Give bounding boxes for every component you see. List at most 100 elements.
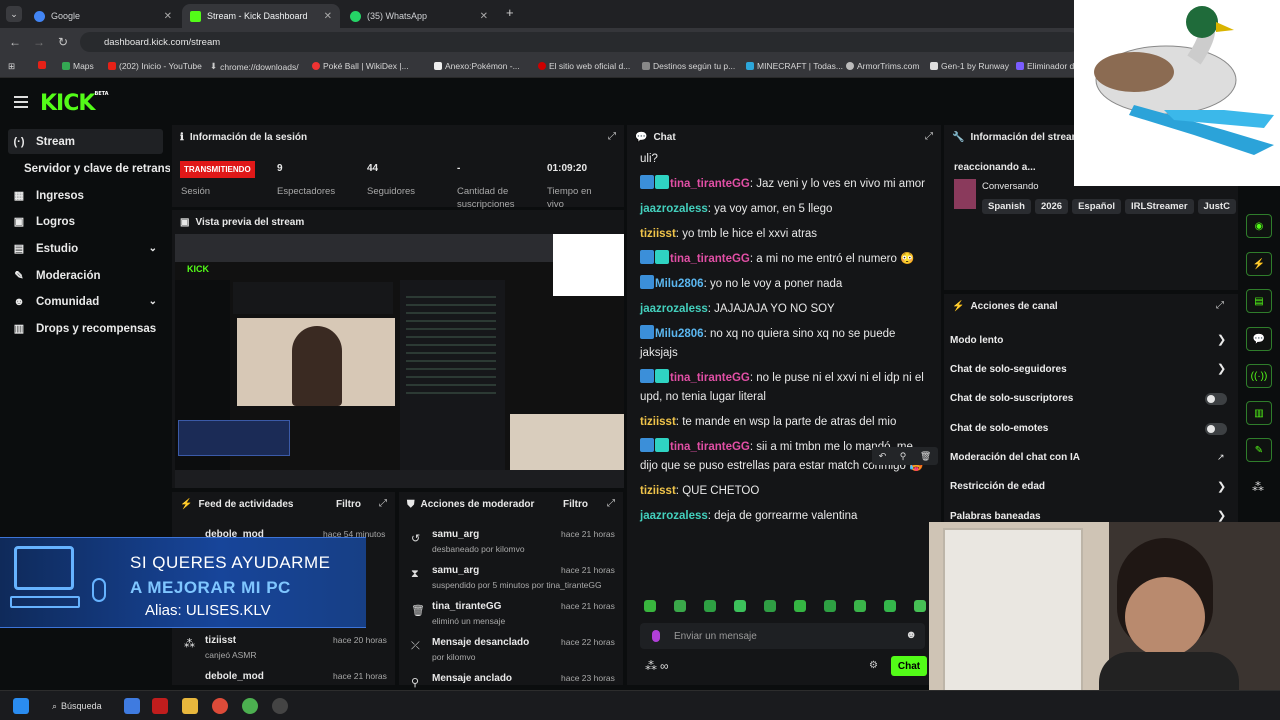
send-chat-button[interactable]: Chat: [891, 656, 927, 676]
chrome-icon[interactable]: [212, 698, 228, 714]
chat-username[interactable]: tiziisst: [640, 485, 676, 497]
close-icon[interactable]: ✕: [324, 11, 332, 22]
chat-message[interactable]: jaazrozaless: deja de gorrearme valentin…: [640, 507, 930, 526]
points-icon[interactable]: ⁂: [645, 659, 657, 673]
sidebar-item-estudio[interactable]: ▤ Estudio ⌄: [8, 236, 163, 261]
chat-message[interactable]: tina_tiranteGG: Jaz veni y lo ves en viv…: [640, 175, 930, 194]
chat-username[interactable]: Milu2806: [655, 328, 704, 340]
netflix-icon[interactable]: [152, 698, 168, 714]
emote-icon[interactable]: [704, 600, 716, 612]
expand-icon[interactable]: ⤢: [1216, 300, 1224, 311]
reload-icon[interactable]: ↻: [51, 35, 75, 49]
emote-icon[interactable]: [884, 600, 896, 612]
youtube-bookmark-icon[interactable]: [38, 61, 46, 69]
chat-username[interactable]: tina_tiranteGG: [670, 441, 750, 453]
chat-input[interactable]: Enviar un mensaje ☻: [640, 623, 925, 649]
emote-icon[interactable]: [914, 600, 926, 612]
gear-icon[interactable]: ⚙: [869, 660, 878, 671]
mod-filter-button[interactable]: Filtro: [563, 499, 588, 510]
chat-username[interactable]: tiziisst: [640, 228, 676, 240]
kick-logo[interactable]: KICKBETA: [40, 91, 109, 116]
emote-icon[interactable]: [674, 600, 686, 612]
action-ai-moderation[interactable]: Moderación del chat con IA: [950, 452, 1080, 463]
sidebar-item-comunidad[interactable]: ☻ Comunidad ⌄: [8, 289, 163, 314]
clipboard-tool-icon[interactable]: ▤: [1246, 289, 1272, 313]
emotes-only-toggle[interactable]: [1205, 423, 1227, 435]
action-slow-mode[interactable]: Modo lento: [950, 335, 1003, 346]
sidebar-item-drops[interactable]: ▥ Drops y recompensas: [8, 316, 163, 341]
tab-google[interactable]: Google ✕: [26, 4, 180, 28]
new-tab-button[interactable]: +: [506, 5, 514, 20]
task-view-icon[interactable]: [124, 698, 140, 714]
chat-message[interactable]: tina_tiranteGG: no le puse ni el xxvi ni…: [640, 369, 930, 407]
tag[interactable]: Español: [1072, 199, 1122, 214]
bolt-tool-icon[interactable]: ⚡: [1246, 252, 1272, 276]
feed-item-user[interactable]: debole_mod: [205, 671, 264, 682]
tag[interactable]: Spanish: [982, 199, 1031, 214]
tab-search-button[interactable]: ⌄: [6, 6, 22, 22]
back-icon[interactable]: ←: [3, 35, 27, 49]
subs-only-toggle[interactable]: [1205, 393, 1227, 405]
mod-item-title[interactable]: tina_tiranteGG: [432, 601, 501, 612]
feed-item-user[interactable]: tiziisst: [205, 635, 236, 646]
delete-icon[interactable]: 🗑: [920, 451, 931, 462]
chat-message[interactable]: tiziisst: te mande en wsp la parte de at…: [640, 413, 930, 432]
sidebar-item-servidor[interactable]: Servidor y clave de retransmisión: [20, 156, 170, 181]
chat-message[interactable]: jaazrozaless: JAJAJAJA YO NO SOY: [640, 300, 930, 319]
chat-username[interactable]: jaazrozaless: [640, 203, 708, 215]
mod-item-title[interactable]: samu_arg: [432, 529, 479, 540]
chat-username[interactable]: tiziisst: [640, 416, 676, 428]
tab-kick-dashboard[interactable]: Stream - Kick Dashboard ✕: [182, 4, 340, 28]
bookmark-destinos[interactable]: Destinos según tu p...: [642, 61, 735, 71]
bookmark-sitio[interactable]: El sitio web oficial d...: [538, 61, 630, 71]
menu-icon[interactable]: [14, 96, 28, 111]
windows-start-icon[interactable]: [13, 698, 29, 714]
close-icon[interactable]: ✕: [480, 11, 488, 22]
emote-icon[interactable]: [644, 600, 656, 612]
apps-icon[interactable]: ⊞: [8, 61, 15, 72]
chat-message[interactable]: tiziisst: yo tmb le hice el xxvi atras: [640, 225, 930, 244]
bookmark-armortrims[interactable]: ArmorTrims.com: [846, 61, 919, 71]
chat-username[interactable]: tina_tiranteGG: [670, 372, 750, 384]
chevron-right-icon[interactable]: ❯: [1217, 362, 1226, 375]
chat-message[interactable]: Milu2806: yo no le voy a poner nada: [640, 275, 930, 294]
action-followers-only[interactable]: Chat de solo-seguidores: [950, 364, 1067, 375]
emote-icon[interactable]: [794, 600, 806, 612]
taskbar-search[interactable]: ⌕ Búsqueda: [44, 696, 114, 716]
emote-icon[interactable]: [854, 600, 866, 612]
chat-message[interactable]: tina_tiranteGG: a mi no me entró el nume…: [640, 250, 930, 269]
chat-username[interactable]: jaazrozaless: [640, 510, 708, 522]
chevron-right-icon[interactable]: ❯: [1217, 509, 1226, 522]
emote-icon[interactable]: [734, 600, 746, 612]
bookmark-downloads[interactable]: ⬇ chrome://downloads/: [210, 61, 299, 72]
emoji-icon[interactable]: ☻: [905, 629, 917, 641]
points-tool-icon[interactable]: ⁂: [1252, 480, 1264, 494]
chat-username[interactable]: tina_tiranteGG: [670, 253, 750, 265]
bookmark-minecraft[interactable]: MINECRAFT | Todas...: [746, 61, 843, 71]
bookmark-anexo[interactable]: Anexo:Pokémon -...: [434, 61, 520, 71]
action-banned-words[interactable]: Palabras baneadas: [950, 511, 1041, 522]
bookmark-eliminador[interactable]: Eliminador d: [1016, 61, 1074, 71]
expand-icon[interactable]: ⤢: [608, 131, 616, 142]
tag[interactable]: JustC: [1197, 199, 1236, 214]
action-age-restriction[interactable]: Restricción de edad: [950, 481, 1045, 492]
chat-message[interactable]: Milu2806: no xq no quiera sino xq no se …: [640, 325, 930, 363]
mod-item-title[interactable]: samu_arg: [432, 565, 479, 576]
expand-icon[interactable]: ⤢: [379, 498, 387, 509]
camera-tool-icon[interactable]: ◉: [1246, 214, 1272, 238]
chat-message[interactable]: jaazrozaless: ya voy amor, en 5 llego: [640, 200, 930, 219]
file-explorer-icon[interactable]: [182, 698, 198, 714]
sidebar-item-ingresos[interactable]: ▦ Ingresos: [8, 183, 163, 208]
sidebar-item-stream[interactable]: (·) Stream: [8, 129, 163, 154]
emote-icon[interactable]: [824, 600, 836, 612]
chat-username[interactable]: Milu2806: [655, 278, 704, 290]
emote-icon[interactable]: [764, 600, 776, 612]
bookmark-runway[interactable]: Gen-1 by Runway: [930, 61, 1009, 71]
bookmark-youtube[interactable]: (202) Inicio - YouTube: [108, 61, 202, 71]
bookmark-wikidex[interactable]: Poké Ball | WikiDex |...: [312, 61, 409, 71]
pin-icon[interactable]: ⚲: [900, 451, 907, 462]
forward-icon[interactable]: →: [27, 35, 51, 49]
broadcast-tool-icon[interactable]: ((·)): [1246, 364, 1272, 388]
mod-item-title[interactable]: Mensaje desanclado: [432, 637, 529, 648]
external-link-icon[interactable]: ↗: [1217, 452, 1225, 463]
